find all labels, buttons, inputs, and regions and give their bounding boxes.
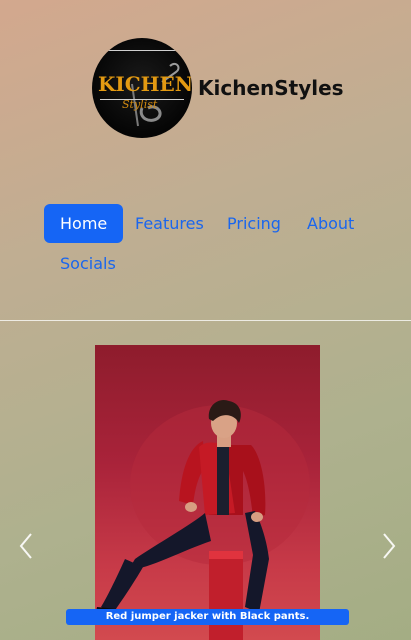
nav-about[interactable]: About xyxy=(291,204,370,243)
header-divider xyxy=(0,320,411,321)
carousel-caption: Red jumper jacker with Black pants. xyxy=(66,609,349,625)
chevron-right-icon xyxy=(383,533,396,559)
chevron-left-icon xyxy=(19,533,32,559)
carousel: Red jumper jacker with Black pants. xyxy=(0,345,411,640)
logo-wordmark: KICHEN xyxy=(98,72,192,96)
carousel-next-button[interactable] xyxy=(377,531,401,561)
carousel-slide-image xyxy=(95,345,320,640)
nav-features[interactable]: Features xyxy=(119,204,220,243)
brand[interactable]: KICHEN Stylist KichenStyles xyxy=(92,38,344,138)
nav-home[interactable]: Home xyxy=(44,204,124,243)
nav-socials[interactable]: Socials xyxy=(44,244,132,283)
carousel-prev-button[interactable] xyxy=(14,531,38,561)
nav-pricing[interactable]: Pricing xyxy=(211,204,297,243)
model-photo xyxy=(95,399,310,640)
brand-name[interactable]: KichenStyles xyxy=(198,76,344,100)
logo-rule-bottom xyxy=(100,99,184,100)
brand-logo[interactable]: KICHEN Stylist xyxy=(92,38,192,138)
